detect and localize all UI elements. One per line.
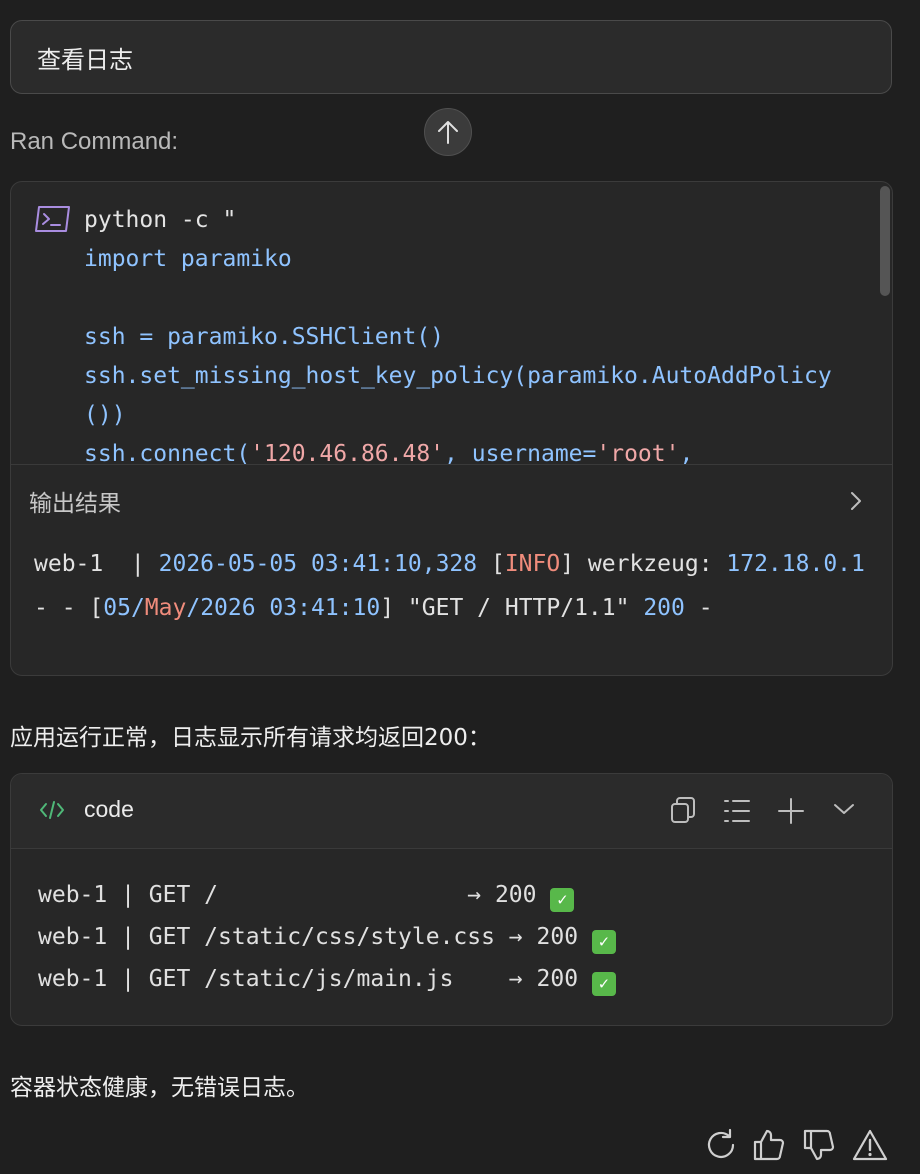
code-tag-icon (40, 801, 64, 819)
log-level: INFO (504, 551, 561, 577)
code-scrollbar[interactable] (880, 186, 890, 296)
code-line-text: web-1 | GET /static/js/main.js → 200 (38, 966, 592, 992)
code-line: web-1 | GET / → 200 ✓ (38, 882, 575, 912)
code-line-text: web-1 | GET / → 200 (38, 882, 551, 908)
code-line: import paramiko (84, 246, 292, 272)
code-line: python -c " (84, 207, 237, 233)
code-line: web-1 | GET /static/css/style.css → 200 … (38, 924, 616, 954)
code-line: web-1 | GET /static/js/main.js → 200 ✓ (38, 966, 616, 996)
thumbs-down-icon[interactable] (802, 1128, 836, 1162)
thumbs-up-icon[interactable] (752, 1128, 786, 1162)
command-code: python -c " import paramiko ssh = parami… (84, 201, 832, 464)
code-block-header: code (11, 774, 892, 849)
log-fragment: ] "GET / HTTP/1.1" (380, 595, 644, 621)
code-fragment: ssh.connect( (84, 441, 251, 464)
assistant-final-text: 容器状态健康，无错误日志。 (10, 1075, 309, 1101)
output-result-header[interactable]: 输出结果 (11, 464, 892, 536)
warning-icon[interactable] (852, 1128, 888, 1162)
assistant-summary-text: 应用运行正常，日志显示所有请求均返回200： (10, 725, 491, 751)
log-ip: 172.18.0.1 (726, 551, 865, 577)
code-line-text: web-1 | GET /static/css/style.css → 200 (38, 924, 592, 950)
code-line: ssh.set_missing_host_key_policy(paramiko… (84, 363, 832, 389)
code-fragment: , (679, 441, 694, 464)
list-icon[interactable] (723, 796, 751, 826)
ran-command-card: python -c " import paramiko ssh = parami… (10, 181, 893, 676)
copy-icon[interactable] (669, 796, 697, 826)
check-mark-icon: ✓ (591, 930, 616, 954)
plus-icon[interactable] (777, 796, 805, 826)
scroll-up-button[interactable] (424, 108, 472, 156)
ran-command-label: Ran Command: (10, 128, 179, 155)
log-fragment: /2026 03:41:10 (186, 595, 381, 621)
code-fragment: '120.46.86.48' (250, 441, 445, 464)
code-fragment: 'root' (596, 441, 680, 464)
code-line: ()) (84, 402, 126, 428)
log-timestamp: 2026-05-05 03:41:10,328 (158, 551, 478, 577)
code-line: ssh = paramiko.SSHClient() (84, 324, 445, 350)
code-block-content: web-1 | GET / → 200 ✓ web-1 | GET /stati… (38, 874, 616, 1000)
log-fragment: web-1 | (34, 551, 159, 577)
log-month: May (144, 595, 187, 621)
log-fragment: ] werkzeug: (560, 551, 727, 577)
command-code-area[interactable]: python -c " import paramiko ssh = parami… (11, 182, 892, 464)
log-fragment: 05/ (103, 595, 145, 621)
check-mark-icon: ✓ (591, 972, 616, 996)
user-prompt-text: 查看日志 (37, 45, 133, 74)
chevron-right-icon[interactable] (850, 491, 862, 511)
code-block: code web-1 | GET / → 200 ✓ web-1 | GET /… (10, 773, 893, 1026)
log-status: 200 (643, 595, 685, 621)
chevron-down-icon[interactable] (833, 802, 855, 816)
log-fragment: [ (477, 551, 505, 577)
check-mark-icon: ✓ (550, 888, 575, 912)
log-fragment: - (684, 595, 713, 621)
output-log-text: web-1 | 2026-05-05 03:41:10,328 [INFO] w… (34, 542, 879, 630)
user-prompt-bubble: 查看日志 (10, 20, 892, 94)
output-result-label: 输出结果 (29, 490, 121, 517)
refresh-icon[interactable] (704, 1128, 738, 1162)
arrow-up-icon (438, 121, 458, 144)
code-language-label: code (84, 796, 134, 822)
code-line: ssh.connect('120.46.86.48', username='ro… (84, 441, 693, 464)
code-fragment: , username= (444, 441, 597, 464)
terminal-icon (35, 206, 70, 232)
